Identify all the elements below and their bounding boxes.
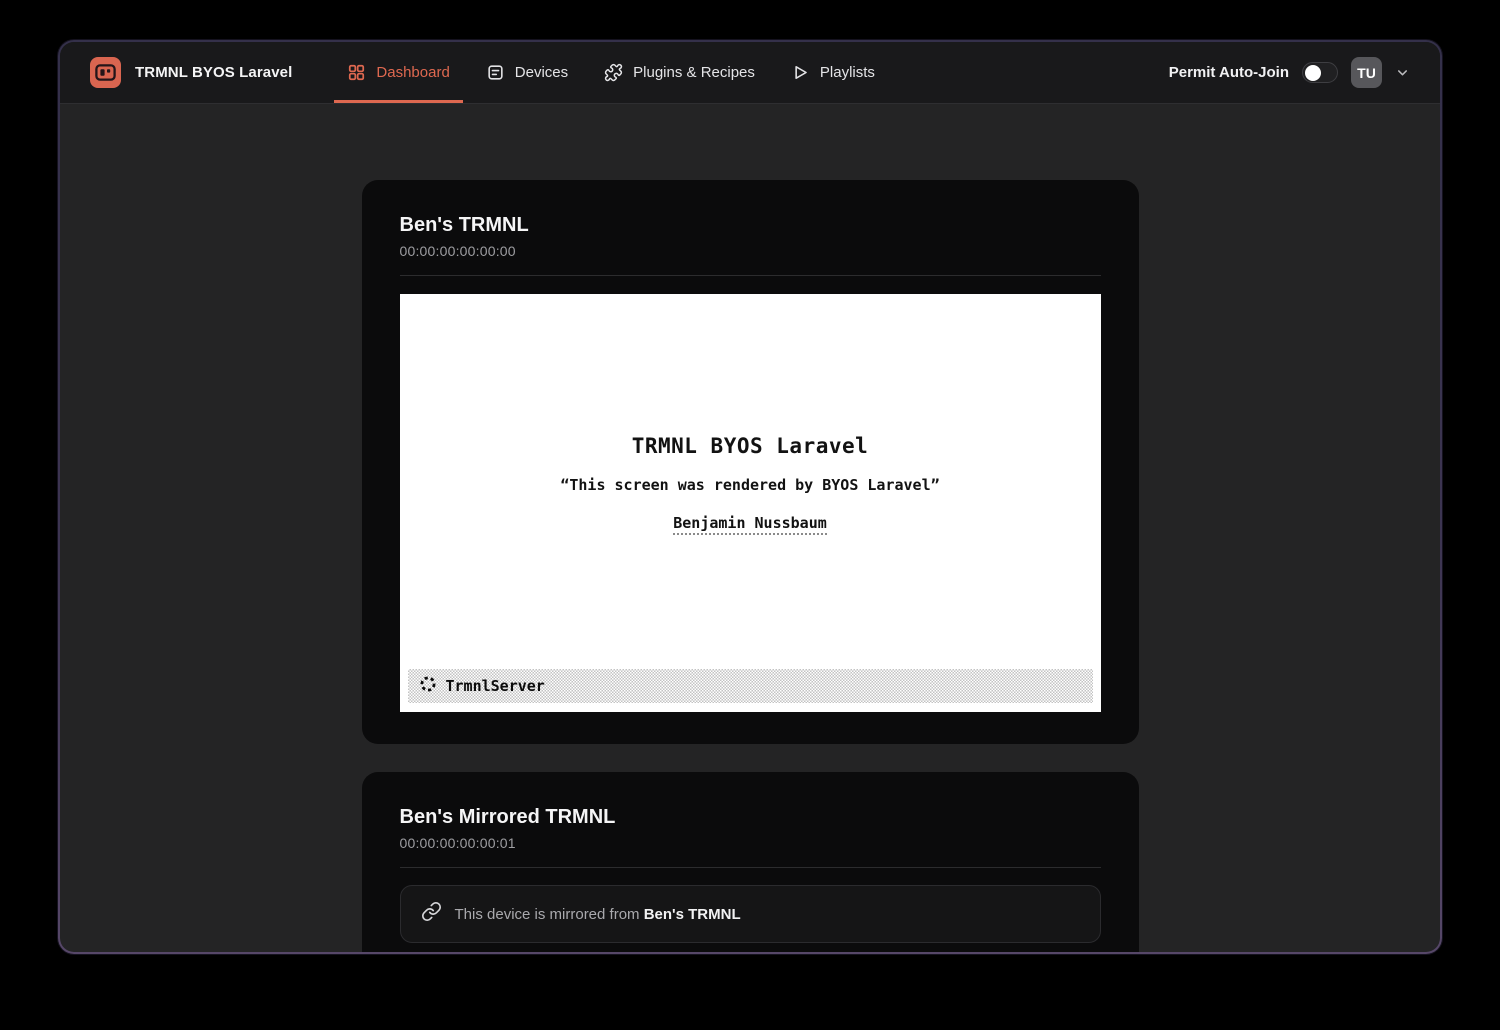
app-window: TRMNL BYOS Laravel Dashboard xyxy=(58,40,1442,954)
tab-plugins-recipes[interactable]: Plugins & Recipes xyxy=(591,42,768,103)
app-title: TRMNL BYOS Laravel xyxy=(135,64,292,81)
dashboard-content: Ben's TRMNL 00:00:00:00:00:00 TRMNL BYOS… xyxy=(60,104,1440,952)
link-icon xyxy=(421,901,442,927)
top-nav: TRMNL BYOS Laravel Dashboard xyxy=(60,42,1440,104)
mirror-notice: This device is mirrored from Ben's TRMNL xyxy=(400,885,1101,943)
divider xyxy=(400,867,1101,868)
screen-footer-label: TrmnlServer xyxy=(446,677,545,695)
permit-auto-join-label: Permit Auto-Join xyxy=(1169,64,1289,81)
tab-label: Devices xyxy=(515,64,568,81)
screen-quote: “This screen was rendered by BYOS Larave… xyxy=(400,476,1101,494)
tab-devices[interactable]: Devices xyxy=(473,42,581,103)
device-name: Ben's Mirrored TRMNL xyxy=(400,806,1101,829)
brand: TRMNL BYOS Laravel xyxy=(90,57,292,88)
nav-items: Dashboard Devices xyxy=(334,42,898,103)
screen-footer-bar: TrmnlServer xyxy=(408,669,1093,703)
app-window-inner: TRMNL BYOS Laravel Dashboard xyxy=(60,42,1440,952)
tab-label: Plugins & Recipes xyxy=(633,64,755,81)
device-mac-address: 00:00:00:00:00:00 xyxy=(400,243,1101,259)
tab-label: Dashboard xyxy=(376,64,449,81)
nav-right: Permit Auto-Join TU xyxy=(1169,57,1410,88)
screen-title: TRMNL BYOS Laravel xyxy=(400,434,1101,458)
tab-dashboard[interactable]: Dashboard xyxy=(334,42,462,103)
mirror-notice-text: This device is mirrored from Ben's TRMNL xyxy=(455,906,741,923)
divider xyxy=(400,275,1101,276)
device-lines-icon xyxy=(486,63,505,82)
grid-icon xyxy=(347,63,366,82)
spinner-icon xyxy=(419,675,437,697)
permit-auto-join-toggle[interactable] xyxy=(1302,62,1338,83)
device-name: Ben's TRMNL xyxy=(400,214,1101,237)
user-avatar[interactable]: TU xyxy=(1351,57,1382,88)
puzzle-icon xyxy=(604,63,623,82)
device-screen-preview: TRMNL BYOS Laravel “This screen was rend… xyxy=(400,294,1101,712)
screen-content: TRMNL BYOS Laravel “This screen was rend… xyxy=(400,294,1101,535)
mirror-source-device: Ben's TRMNL xyxy=(644,906,741,923)
tab-playlists[interactable]: Playlists xyxy=(778,42,888,103)
mirror-prefix: This device is mirrored from xyxy=(455,906,640,923)
screen-author-link: Benjamin Nussbaum xyxy=(673,514,827,535)
device-card-bens-mirrored-trmnl: Ben's Mirrored TRMNL 00:00:00:00:00:01 T… xyxy=(362,772,1139,952)
chevron-down-icon[interactable] xyxy=(1395,65,1410,80)
device-mac-address: 00:00:00:00:00:01 xyxy=(400,835,1101,851)
device-card-bens-trmnl: Ben's TRMNL 00:00:00:00:00:00 TRMNL BYOS… xyxy=(362,180,1139,744)
play-icon xyxy=(791,63,810,82)
tab-label: Playlists xyxy=(820,64,875,81)
trmnl-logo-icon xyxy=(90,57,121,88)
toggle-knob xyxy=(1305,65,1321,81)
